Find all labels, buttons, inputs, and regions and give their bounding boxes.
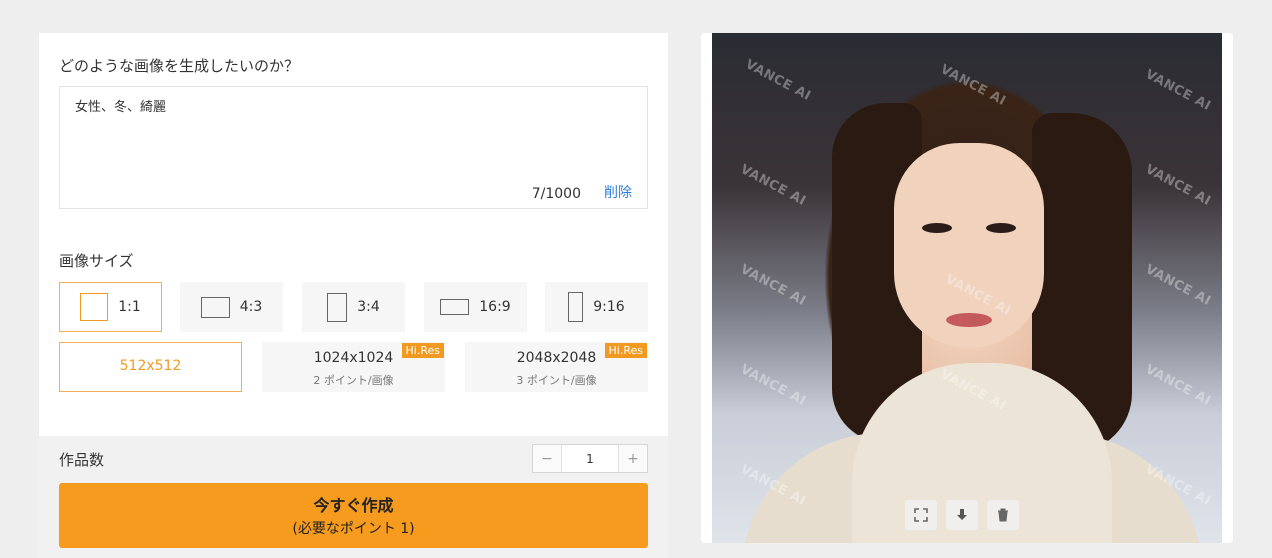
ratio-label: 4:3 [239, 299, 263, 315]
resolution-cost: 3 ポイント/画像 [516, 374, 597, 387]
action-bar: 作品数 − 1 + 今すぐ作成 (必要なポイント 1) [39, 436, 668, 558]
square-ratio-icon [80, 293, 109, 321]
expand-icon [914, 508, 928, 522]
watermark: VANCE AI [1142, 361, 1214, 410]
delete-image-button[interactable] [987, 500, 1019, 530]
download-button[interactable] [946, 500, 978, 530]
expand-button[interactable] [905, 500, 937, 530]
portrait-eye [922, 223, 952, 233]
preview-panel: VANCE AI VANCE AI VANCE AI VANCE AI VANC… [701, 33, 1233, 543]
watermark: VANCE AI [1142, 66, 1214, 115]
ratio-3-4-button[interactable]: 3:4 [302, 282, 405, 332]
resolution-label: 2048x2048 [516, 350, 597, 366]
resolution-2048-button[interactable]: Hi.Res 2048x2048 3 ポイント/画像 [465, 342, 648, 392]
ratio-4-3-button[interactable]: 4:3 [180, 282, 283, 332]
create-now-button[interactable]: 今すぐ作成 (必要なポイント 1) [59, 483, 648, 548]
count-value[interactable]: 1 [561, 445, 619, 472]
watermark: VANCE AI [937, 61, 1009, 110]
increment-button[interactable]: + [619, 445, 647, 472]
generated-image: VANCE AI VANCE AI VANCE AI VANCE AI VANC… [712, 33, 1222, 543]
watermark: VANCE AI [1142, 261, 1214, 310]
tall-ratio-icon [568, 292, 584, 322]
resolution-label: 1024x1024 [313, 350, 394, 366]
prompt-textarea[interactable]: 女性、冬、綺麗 7/1000 削除 [59, 86, 648, 209]
watermark: VANCE AI [742, 56, 814, 105]
ratio-16-9-button[interactable]: 16:9 [424, 282, 527, 332]
trash-icon [998, 508, 1008, 522]
landscape-ratio-icon [200, 296, 230, 318]
char-count: 7/1000 [531, 186, 581, 202]
ratio-9-16-button[interactable]: 9:16 [545, 282, 648, 332]
image-toolbar [905, 500, 1019, 530]
watermark: VANCE AI [737, 161, 809, 210]
portrait-ratio-icon [327, 292, 348, 322]
watermark: VANCE AI [737, 361, 809, 410]
ratio-label: 3:4 [357, 299, 380, 315]
ratio-1-1-button[interactable]: 1:1 [59, 282, 162, 332]
resolution-cost: 2 ポイント/画像 [313, 374, 394, 387]
portrait-eye [986, 223, 1016, 233]
count-label: 作品数 [59, 451, 105, 469]
prompt-label: どのような画像を生成したいのか？ [59, 57, 300, 75]
decrement-button[interactable]: − [533, 445, 561, 472]
watermark: VANCE AI [1142, 161, 1214, 210]
resolution-label: 512x512 [119, 358, 182, 374]
prompt-text[interactable]: 女性、冬、綺麗 [75, 96, 166, 115]
ratio-label: 9:16 [593, 299, 625, 315]
delete-link[interactable]: 削除 [604, 182, 632, 202]
create-button-title: 今すぐ作成 [313, 496, 394, 515]
ratio-label: 16:9 [479, 299, 511, 315]
count-stepper[interactable]: − 1 + [532, 444, 648, 473]
download-icon [957, 509, 967, 520]
wide-ratio-icon [440, 299, 470, 315]
create-button-cost: (必要なポイント 1) [292, 521, 415, 537]
resolution-512-button[interactable]: 512x512 [59, 342, 242, 392]
resolution-1024-button[interactable]: Hi.Res 1024x1024 2 ポイント/画像 [262, 342, 445, 392]
ratio-label: 1:1 [118, 299, 141, 315]
image-size-label: 画像サイズ [59, 252, 134, 270]
portrait-lips [946, 313, 992, 327]
watermark: VANCE AI [737, 261, 809, 310]
portrait-face [894, 143, 1044, 348]
